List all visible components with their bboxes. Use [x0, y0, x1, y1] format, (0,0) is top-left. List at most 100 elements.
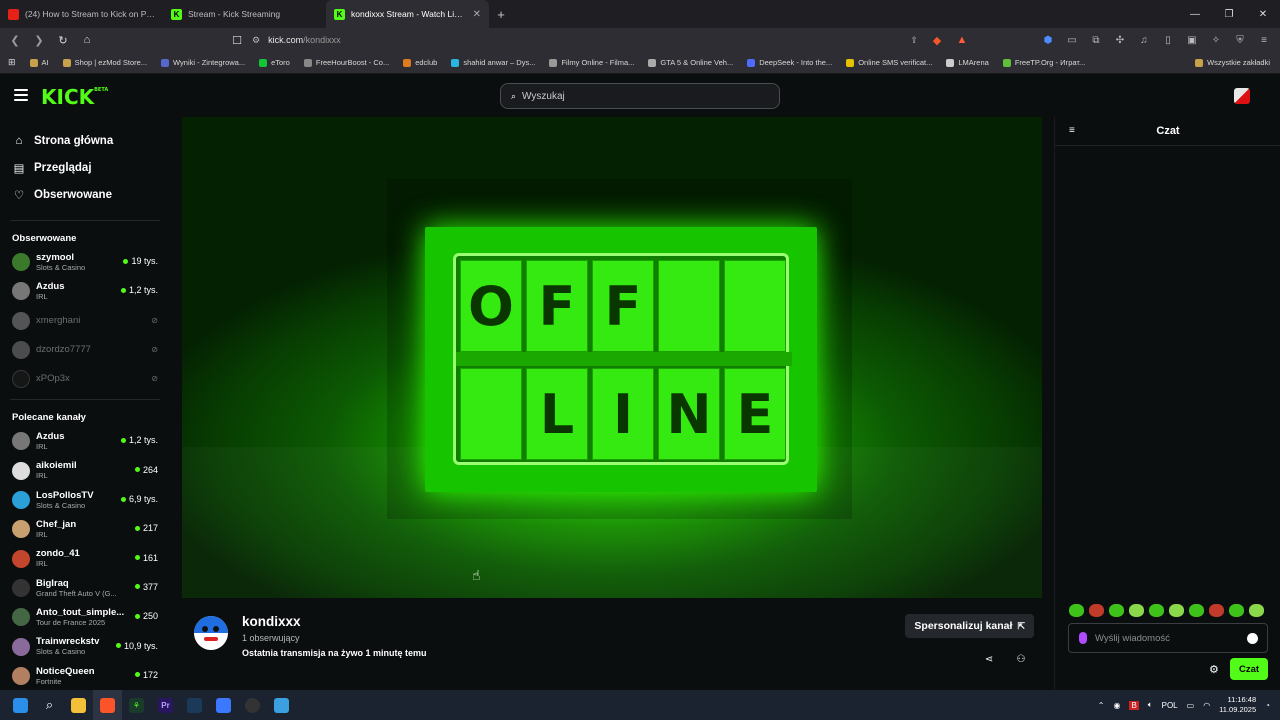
- recommended-channel[interactable]: Trainwreckstv Slots & Casino 10,9 tys.: [0, 632, 170, 661]
- search-input[interactable]: [522, 90, 763, 102]
- app-button[interactable]: [267, 690, 296, 720]
- recommended-channel[interactable]: LosPollosTV Slots & Casino 6,9 tys.: [0, 485, 170, 514]
- reload-icon[interactable]: ↻: [56, 33, 70, 47]
- new-tab-button[interactable]: +: [489, 0, 513, 28]
- clock[interactable]: 11:16:48 11.09.2025: [1219, 695, 1256, 715]
- chevron-up-icon[interactable]: ⌃: [1098, 701, 1105, 710]
- emote-icon[interactable]: [1069, 604, 1084, 617]
- sidebar-toggle-icon[interactable]: ▯: [1162, 34, 1174, 46]
- followed-channel[interactable]: szymool Slots & Casino 19 tys.: [0, 247, 170, 276]
- emote-icon[interactable]: [1169, 604, 1184, 617]
- recommended-channel[interactable]: Chef_jan IRL 217: [0, 514, 170, 543]
- emote-icon[interactable]: [1109, 604, 1124, 617]
- recommended-channel[interactable]: zondo_41 IRL 161: [0, 544, 170, 573]
- wallet-alt-icon[interactable]: ▣: [1186, 34, 1198, 46]
- recommended-channel[interactable]: NoticeQueen Fortnite 172: [0, 661, 170, 690]
- notification-bell-icon[interactable]: ◔: [1265, 701, 1270, 710]
- browser-tab-kick-streaming[interactable]: K Stream - Kick Streaming: [163, 0, 326, 28]
- bookmark-item[interactable]: edclub: [403, 58, 437, 67]
- channel-avatar[interactable]: [194, 616, 228, 650]
- volume-icon[interactable]: 🔈︎: [1148, 700, 1153, 710]
- recommended-channel[interactable]: BigIraq Grand Theft Auto V (G... 377: [0, 573, 170, 602]
- extensions-icon[interactable]: ✣: [1114, 34, 1126, 46]
- bookmark-item[interactable]: FreeTP.Org - Играт...: [1002, 58, 1085, 67]
- bookmark-item[interactable]: shahid anwar – Dys...: [451, 58, 535, 67]
- emote-icon[interactable]: [1249, 604, 1264, 617]
- bookmark-item[interactable]: eToro: [259, 58, 290, 67]
- followed-channel-offline[interactable]: xPOp3x ⊘: [0, 364, 170, 393]
- bookmark-item[interactable]: Online SMS verificat...: [846, 58, 932, 67]
- share-icon[interactable]: ⇪: [910, 35, 918, 46]
- network-icon[interactable]: ▭: [1187, 701, 1195, 710]
- browser-tab-youtube[interactable]: (24) How to Stream to Kick on PC usi: [0, 0, 163, 28]
- gear-icon[interactable]: ⚙: [1209, 663, 1219, 676]
- brave-shield-icon[interactable]: ◆: [930, 33, 944, 47]
- recommended-channel[interactable]: Azdus IRL 1,2 tys.: [0, 426, 170, 455]
- bookmark-item[interactable]: GTA 5 & Online Veh...: [648, 58, 733, 67]
- home-page-icon[interactable]: ⌂: [80, 33, 94, 47]
- file-explorer-button[interactable]: [64, 690, 93, 720]
- vpn-icon[interactable]: ⬢: [1042, 34, 1054, 46]
- brave-rewards-icon[interactable]: ▲: [955, 33, 969, 47]
- url-field[interactable]: ⚙ kick.com/kondixxx ⇪: [252, 30, 922, 50]
- bookmark-page-icon[interactable]: ☐: [230, 33, 244, 47]
- add-user-icon[interactable]: ⚇: [1014, 652, 1028, 666]
- user-avatar[interactable]: [1234, 88, 1250, 104]
- minimize-button[interactable]: —: [1178, 0, 1212, 28]
- followed-channel[interactable]: Azdus IRL 1,2 tys.: [0, 276, 170, 305]
- start-button[interactable]: [6, 690, 35, 720]
- shield-icon[interactable]: ⛨: [1234, 34, 1246, 46]
- browser-tab-kondixxx[interactable]: K kondixxx Stream - Watch Live on ✕: [326, 0, 489, 28]
- customize-channel-button[interactable]: Spersonalizuj kanał ⇱: [905, 614, 1034, 638]
- chat-message-input[interactable]: [1095, 632, 1235, 644]
- app-button[interactable]: ⚘: [122, 690, 151, 720]
- wallet-icon[interactable]: ▭: [1066, 34, 1078, 46]
- maximize-button[interactable]: ❐: [1212, 0, 1246, 28]
- microphone-icon[interactable]: [1079, 632, 1087, 644]
- site-info-icon[interactable]: ⚙: [252, 35, 260, 46]
- tray-app-icon[interactable]: B: [1129, 700, 1139, 710]
- bookmark-item[interactable]: Wyniki - Zintegrowa...: [161, 58, 245, 67]
- language-indicator[interactable]: POL: [1162, 701, 1178, 710]
- apps-icon[interactable]: ⊞: [8, 57, 16, 68]
- emote-icon[interactable]: [1129, 604, 1144, 617]
- nav-item-browse[interactable]: ▤ Przeglądaj: [0, 154, 170, 181]
- nav-item-home[interactable]: ⌂ Strona główna: [0, 127, 170, 154]
- wifi-icon[interactable]: ◠: [1203, 701, 1210, 710]
- bookmark-item[interactable]: AI: [29, 58, 49, 67]
- bookmark-item[interactable]: FreeHourBoost - Co...: [303, 58, 389, 67]
- forward-icon[interactable]: ❯: [32, 33, 46, 47]
- media-icon[interactable]: ♫: [1138, 34, 1150, 46]
- obs-button[interactable]: [238, 690, 267, 720]
- steam-button[interactable]: [180, 690, 209, 720]
- premiere-button[interactable]: Pr: [151, 690, 180, 720]
- emote-icon[interactable]: [1089, 604, 1104, 617]
- recommended-channel[interactable]: Anto_tout_simple... Tour de France 2025 …: [0, 602, 170, 631]
- menu-icon[interactable]: ≡: [1258, 34, 1270, 46]
- all-bookmarks-item[interactable]: Wszystkie zakładki: [1195, 58, 1270, 67]
- channel-name[interactable]: kondixxx: [242, 614, 301, 629]
- emote-icon[interactable]: [1189, 604, 1204, 617]
- bookmark-item[interactable]: Shop | ezMod Store...: [62, 58, 147, 67]
- leo-icon[interactable]: ✧: [1210, 34, 1222, 46]
- emote-icon[interactable]: [1209, 604, 1224, 617]
- kick-logo[interactable]: KICKBETA: [41, 85, 108, 109]
- emoji-icon[interactable]: [1247, 633, 1258, 644]
- followed-channel-offline[interactable]: xmerghani ⊘: [0, 306, 170, 335]
- discord-icon[interactable]: ◉: [1113, 701, 1120, 710]
- brave-button[interactable]: [93, 690, 122, 720]
- close-window-button[interactable]: ✕: [1246, 0, 1280, 28]
- bookmark-item[interactable]: DeepSeek - Into the...: [747, 58, 832, 67]
- emote-icon[interactable]: [1229, 604, 1244, 617]
- emote-icon[interactable]: [1149, 604, 1164, 617]
- share-icon[interactable]: ⋖: [982, 652, 996, 666]
- search-taskbar-button[interactable]: ⌕: [35, 690, 64, 720]
- hamburger-menu-icon[interactable]: [14, 89, 28, 101]
- nav-item-following[interactable]: ♡ Obserwowane: [0, 181, 170, 208]
- recommended-channel[interactable]: aikoiemil IRL 264: [0, 456, 170, 485]
- close-icon[interactable]: ✕: [473, 9, 481, 20]
- screenshot-icon[interactable]: ⧉: [1090, 34, 1102, 46]
- followed-channel-offline[interactable]: dzordzo7777 ⊘: [0, 335, 170, 364]
- video-player[interactable]: O F F L I N E ☝: [182, 117, 1042, 598]
- chat-send-button[interactable]: Czat: [1230, 658, 1268, 680]
